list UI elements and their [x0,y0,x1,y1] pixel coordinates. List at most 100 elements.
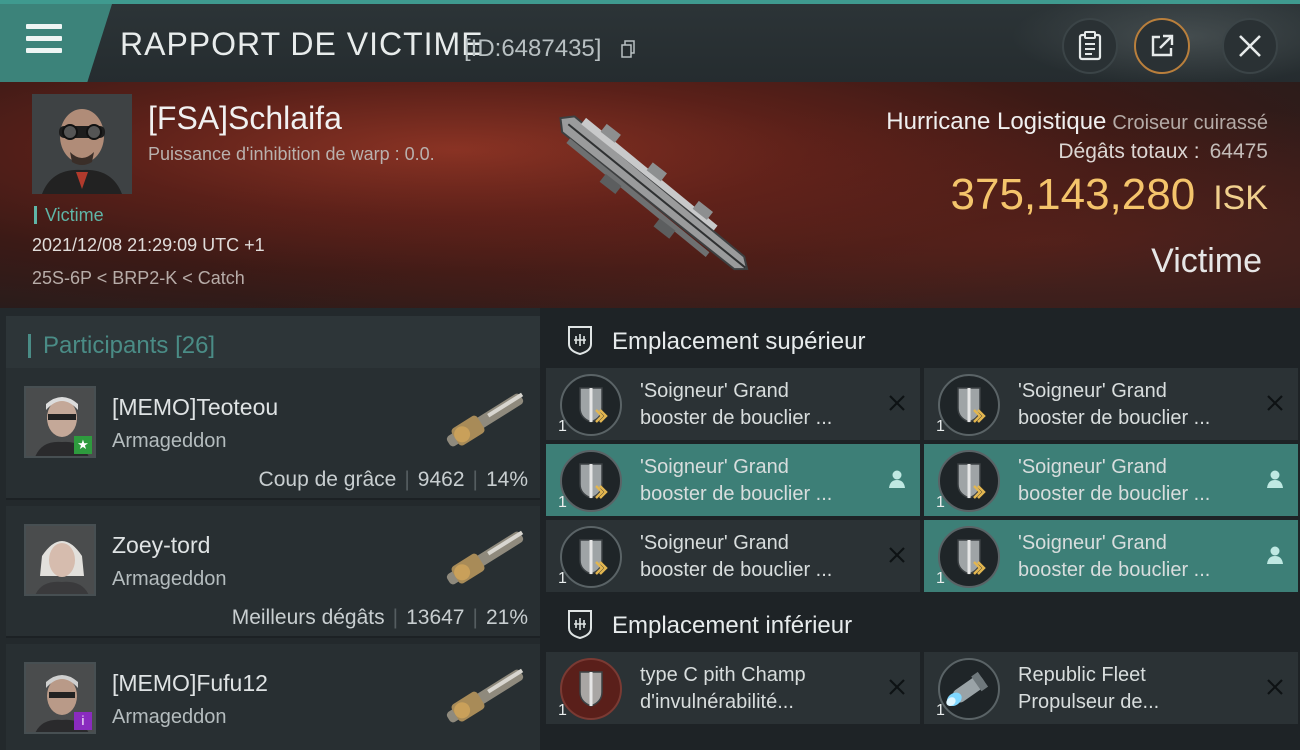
total-damage-value: 64475 [1209,140,1268,163]
participant-percent: 14% [485,468,528,491]
destroyed-icon [1264,676,1286,698]
victim-ship-name[interactable]: Hurricane Logistique [886,108,1106,135]
share-button[interactable] [1134,18,1190,74]
victim-ship-image[interactable] [525,92,785,292]
clipboard-icon [1078,31,1102,61]
high-slot-title: Emplacement supérieur [612,328,866,355]
shield-booster-icon [938,374,1000,436]
participant-percent: 21% [485,606,528,629]
destroyed-icon [886,392,908,414]
high-slot-icon [568,326,592,356]
participants-panel: Participants [26] ★ [MEMO]Teoteou Armage… [0,308,540,750]
title-bar: RAPPORT DE VICTIME [ID:6487435] [0,0,1300,86]
participant-ship: Armageddon [112,568,227,590]
killmail-window: RAPPORT DE VICTIME [ID:6487435] [FSA]Sch… [0,0,1300,750]
weapon-icon[interactable] [430,518,540,598]
kill-timestamp: 2021/12/08 21:29:09 UTC +1 [32,235,265,255]
avatar[interactable] [24,524,96,596]
high-slot-header: Emplacement supérieur [546,308,1300,368]
participant-row[interactable]: Zoey-tord Armageddon Meilleurs dégâts | 13… [6,506,540,638]
module-name-line2: booster de bouclier ... [640,483,833,505]
low-slot-header: Emplacement inférieur [546,592,1300,652]
kill-location[interactable]: 25S-6P < BRP2-K < Catch [32,268,245,289]
clipboard-button[interactable] [1062,18,1118,74]
participant-ship: Armageddon [112,706,227,728]
module-name-line2: Propulseur de... [1018,691,1160,713]
isk-unit: ISK [1213,179,1268,217]
weapon-icon[interactable] [430,380,540,460]
total-damage: Dégâts totaux : 64475 [1058,140,1268,164]
module-quantity: 1 [936,418,945,435]
module-quantity: 1 [558,702,567,719]
victim-role-label: Victime [34,206,104,224]
destroyed-icon [1264,392,1286,414]
victim-name[interactable]: [FSA]Schlaifa [148,100,342,137]
victim-portrait[interactable] [32,94,132,194]
module-name-line1: type C pith Champ [640,664,806,686]
share-icon [1151,34,1174,57]
module-name-line2: booster de bouclier ... [1018,483,1211,505]
character-portrait-icon [26,526,94,594]
module-name-line1: 'Soigneur' Grand [640,456,789,478]
module-name-line1: 'Soigneur' Grand [640,380,789,402]
module-slot[interactable]: 1 'Soigneur' Grand booster de bouclier ... [924,444,1298,516]
participant-row[interactable]: ★ [MEMO]Teoteou Armageddon Coup de grâce… [6,368,540,500]
participant-name[interactable]: Zoey-tord [112,532,210,559]
participant-stats: Coup de grâce | 9462 | 14% [258,468,528,491]
fitting-panel: Emplacement supérieur 1 'Soigneur' Grand b… [540,308,1300,750]
close-icon [1239,35,1261,57]
participants-label: Participants [43,332,169,359]
participant-name[interactable]: [MEMO]Fufu12 [112,670,268,697]
victim-banner: [FSA]Schlaifa Puissance d'inhibition de … [0,82,1300,308]
menu-button[interactable] [0,4,112,82]
avatar[interactable]: i [24,662,96,734]
participant-stat-label: Meilleurs dégâts [231,606,385,629]
module-name-line2: booster de bouclier ... [1018,559,1211,581]
killmail-id: [ID:6487435] [464,35,602,62]
total-damage-label: Dégâts totaux : [1058,140,1200,163]
victim-tag: Victime [1151,242,1262,280]
module-name-line2: booster de bouclier ... [640,559,833,581]
weapon-icon[interactable] [430,656,540,736]
module-name-line2: d'invulnérabilité... [640,691,794,713]
module-name-line1: 'Soigneur' Grand [1018,532,1167,554]
module-quantity: 1 [936,494,945,511]
participant-stats: Meilleurs dégâts | 13647 | 21% [231,606,528,629]
module-slot[interactable]: 1 'Soigneur' Grand booster de bouclier ... [924,520,1298,592]
participant-name[interactable]: [MEMO]Teoteou [112,394,278,421]
shield-booster-icon [560,374,622,436]
info-badge: i [74,712,92,730]
module-name-line1: 'Soigneur' Grand [1018,456,1167,478]
hamburger-icon [26,24,62,54]
module-name-line1: 'Soigneur' Grand [1018,380,1167,402]
module-slot[interactable]: 1 'Soigneur' Grand booster de bouclier ... [546,520,920,592]
participants-count: [26] [175,332,216,359]
shield-booster-icon [560,450,622,512]
participants-title: Participants [26] [28,334,215,358]
module-quantity: 1 [558,570,567,587]
final-blow-badge: ★ [74,436,92,454]
module-slot[interactable]: 1 type C pith Champ d'invulnérabilité... [546,652,920,724]
module-name-line2: booster de bouclier ... [640,407,833,429]
module-slot[interactable]: 1 Republic Fleet Propulseur de... [924,652,1298,724]
module-slot[interactable]: 1 'Soigneur' Grand booster de bouclier ... [924,368,1298,440]
module-name-line1: 'Soigneur' Grand [640,532,789,554]
victim-ship-line: Hurricane Logistique Croiseur cuirassé [886,108,1268,136]
copy-icon[interactable] [621,40,635,58]
low-slot-title: Emplacement inférieur [612,612,853,639]
isk-value-line: 375,143,280 ISK [951,170,1269,220]
close-button[interactable] [1222,18,1278,74]
module-name-line2: booster de bouclier ... [1018,407,1211,429]
warp-disruption-text: Puissance d'inhibition de warp : 0.0. [148,144,435,164]
avatar[interactable]: ★ [24,386,96,458]
participants-header[interactable]: Participants [26] [6,316,540,368]
participant-damage: 9462 [417,468,465,491]
window-title: RAPPORT DE VICTIME [120,26,484,62]
character-portrait-icon [32,94,132,194]
participant-row[interactable]: i [MEMO]Fufu12 Armageddon [6,644,540,750]
shield-booster-icon [938,526,1000,588]
dropped-icon [1264,468,1286,490]
module-slot[interactable]: 1 'Soigneur' Grand booster de bouclier ... [546,368,920,440]
invulnerability-field-icon [560,658,622,720]
module-slot[interactable]: 1 'Soigneur' Grand booster de bouclier ... [546,444,920,516]
